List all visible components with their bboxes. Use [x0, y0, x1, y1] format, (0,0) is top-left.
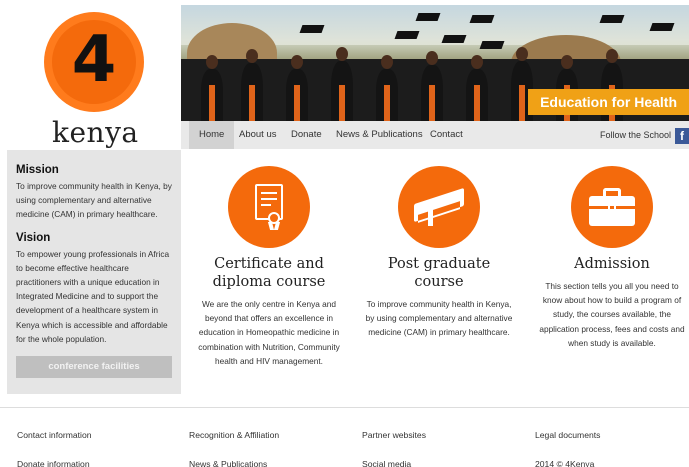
- footer-link-recognition-affiliation[interactable]: Recognition & Affiliation: [189, 430, 279, 440]
- vision-heading: Vision: [16, 231, 51, 244]
- main-navigation: Home About us Donate News & Publications…: [181, 121, 689, 149]
- vision-text: To empower young professionals in Africa…: [16, 248, 170, 344]
- feature-post-graduate: Post graduate course To improve communit…: [362, 166, 516, 340]
- feature-title[interactable]: Admission: [536, 255, 688, 273]
- nav-item-news-publications[interactable]: News & Publications: [336, 121, 423, 149]
- copyright-text: 2014 © 4Kenya: [535, 459, 595, 467]
- footer-divider: [0, 407, 689, 408]
- footer-link-news-publications[interactable]: News & Publications: [189, 459, 267, 467]
- logo-wordmark: kenya: [52, 116, 139, 149]
- sidebar: Mission To improve community health in K…: [7, 150, 181, 394]
- logo-circle: 4: [44, 12, 144, 112]
- conference-facilities-button[interactable]: conference facilities: [16, 356, 172, 378]
- nav-item-home[interactable]: Home: [189, 121, 235, 149]
- hero-banner-image: Education for Health: [181, 5, 689, 121]
- feature-certificate: Certificate and diploma course We are th…: [196, 166, 342, 368]
- banner-tagline: Education for Health: [528, 89, 689, 115]
- feature-description: We are the only centre in Kenya and beyo…: [198, 299, 340, 366]
- nav-item-about-us[interactable]: About us: [239, 121, 277, 149]
- footer-link-donate-information[interactable]: Donate information: [17, 459, 90, 467]
- briefcase-icon[interactable]: [571, 166, 653, 248]
- feature-title[interactable]: Post graduate course: [362, 255, 516, 291]
- footer-link-partner-websites[interactable]: Partner websites: [362, 430, 426, 440]
- mission-heading: Mission: [16, 164, 59, 176]
- feature-description: To improve community health in Kenya, by…: [365, 299, 513, 338]
- nav-item-contact[interactable]: Contact: [430, 121, 463, 149]
- logo-number: 4: [71, 23, 117, 97]
- feature-description: This section tells you all you need to k…: [539, 281, 685, 348]
- footer-link-legal-documents[interactable]: Legal documents: [535, 430, 600, 440]
- footer-link-contact-information[interactable]: Contact information: [17, 430, 92, 440]
- follow-label: Follow the School: [599, 130, 671, 140]
- certificate-icon[interactable]: [228, 166, 310, 248]
- feature-title[interactable]: Certificate and diploma course: [196, 255, 342, 291]
- facebook-icon[interactable]: f: [675, 128, 689, 144]
- feature-admission: Admission This section tells you all you…: [536, 166, 688, 350]
- book-icon[interactable]: [398, 166, 480, 248]
- mission-text: To improve community health in Kenya, by…: [16, 181, 172, 220]
- footer-link-social-media[interactable]: Social media: [362, 459, 411, 467]
- nav-item-donate[interactable]: Donate: [291, 121, 322, 149]
